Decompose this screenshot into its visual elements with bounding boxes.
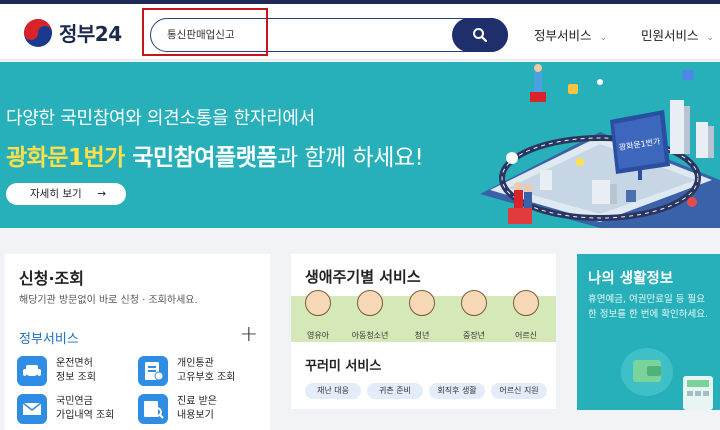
banner-subheadline: 광화문1번가 국민참여플랫폼과 함께 하세요! <box>6 138 424 172</box>
tag-disaster[interactable]: 재난 대응 <box>305 383 361 399</box>
life-stage-youth[interactable]: 청년 <box>399 290 445 340</box>
logo-text: 정부24 <box>59 22 122 46</box>
view-more-button[interactable]: 자세히 보기 → <box>6 183 126 205</box>
youth-icon <box>409 290 435 316</box>
life-stage-label: 영유아 <box>306 331 330 340</box>
package-services-title: 꾸러미 서비스 <box>305 359 382 374</box>
plus-icon[interactable]: + <box>240 322 258 347</box>
card-title: 신청·조회 <box>19 269 84 288</box>
banner-headline: 다양한 국민참여와 의견소통을 한자리에서 <box>6 108 315 129</box>
tag-rural-return[interactable]: 귀촌 준비 <box>367 383 423 399</box>
card-description: 해당기관 방문없이 바로 신청 · 조회하세요. <box>19 295 198 306</box>
infant-icon <box>305 290 331 316</box>
middle-age-icon <box>461 290 487 316</box>
life-stage-label: 중장년 <box>462 331 486 340</box>
view-more-label: 자세히 보기 <box>30 188 82 200</box>
child-icon <box>357 290 383 316</box>
chevron-down-icon: ⌄ <box>599 33 608 43</box>
banner-highlight: 광화문1번가 <box>6 145 125 171</box>
nav-civil-services[interactable]: 민원서비스 ⌄ <box>641 25 714 44</box>
senior-icon <box>513 290 539 316</box>
my-life-info-card[interactable]: 나의 생활정보 휴면예금, 여권만료일 등 필요한 정보를 한 번에 확인하세요… <box>577 254 720 410</box>
life-stage-infant[interactable]: 영유아 <box>295 290 341 340</box>
search-highlight-box <box>142 8 268 56</box>
main-banner[interactable]: 다양한 국민참여와 의견소통을 한자리에서 광화문1번가 국민참여플랫폼과 함께… <box>0 62 720 228</box>
envelope-icon <box>17 394 47 424</box>
search-button[interactable] <box>452 18 508 52</box>
medical-search-icon <box>138 394 168 424</box>
tag-senior-support[interactable]: 어르신 지원 <box>491 383 547 399</box>
nav-label: 민원서비스 <box>641 28 699 43</box>
search-icon <box>473 28 488 43</box>
nav-government-services[interactable]: 정부서비스 ⌄ <box>534 25 607 44</box>
card-description: 휴면예금, 여권만료일 등 필요한 정보를 한 번에 확인하세요. <box>588 294 708 320</box>
car-icon <box>17 356 47 386</box>
service-medical-records[interactable]: 진료 받은 내용보기 <box>138 394 217 424</box>
service-label: 개인통관 <box>177 358 214 369</box>
site-logo[interactable]: 정부24 <box>24 18 122 47</box>
customs-icon <box>138 356 168 386</box>
life-stage-label: 아동청소년 <box>351 331 389 340</box>
service-label: 고유부호 조회 <box>177 372 236 383</box>
site-header: 정부24 통신판매업신고 정부서비스 ⌄ 민원서비스 ⌄ <box>0 4 720 60</box>
service-label: 운전면허 <box>56 358 93 369</box>
life-cycle-card: 생애주기별 서비스 영유아 아동청소년 청년 중장년 어르신 꾸러미 서비스 재… <box>291 254 556 409</box>
life-stage-middle-age[interactable]: 중장년 <box>451 290 497 340</box>
nav-label: 정부서비스 <box>534 28 592 43</box>
life-stage-band: 영유아 아동청소년 청년 중장년 어르신 <box>291 290 556 342</box>
card-title: 생애주기별 서비스 <box>305 268 421 286</box>
life-stage-child[interactable]: 아동청소년 <box>347 290 393 340</box>
life-stage-label: 어르신 <box>514 331 538 340</box>
card-title: 나의 생활정보 <box>588 271 674 287</box>
service-label: 가입내역 조회 <box>56 410 115 421</box>
chevron-down-icon: ⌄ <box>706 33 715 43</box>
service-label: 내용보기 <box>177 410 214 421</box>
service-customs-code[interactable]: 개인통관 고유부호 조회 <box>138 356 235 386</box>
service-national-pension[interactable]: 국민연금 가입내역 조회 <box>17 394 114 424</box>
service-driver-license[interactable]: 운전면허 정보 조회 <box>17 356 96 386</box>
life-stage-senior[interactable]: 어르신 <box>503 290 549 340</box>
arrow-right-icon: → <box>97 188 106 200</box>
banner-tail: 과 함께 하세요! <box>276 145 424 171</box>
wallet-calculator-icon <box>621 348 713 410</box>
apply-lookup-card: 신청·조회 해당기관 방문없이 바로 신청 · 조회하세요. 정부서비스 + 운… <box>5 254 270 430</box>
service-label: 정보 조회 <box>56 372 96 383</box>
banner-platform: 국민참여플랫폼 <box>124 145 277 171</box>
life-stage-label: 청년 <box>414 331 430 340</box>
service-label: 국민연금 <box>56 396 93 407</box>
gov-services-link[interactable]: 정부서비스 <box>19 328 79 347</box>
tag-after-retirement[interactable]: 회직후 생활 <box>429 383 485 399</box>
taegeuk-logo-icon <box>24 18 52 47</box>
service-label: 진료 받은 <box>177 396 217 407</box>
banner-illustration: 광화문1번가 <box>480 64 720 228</box>
